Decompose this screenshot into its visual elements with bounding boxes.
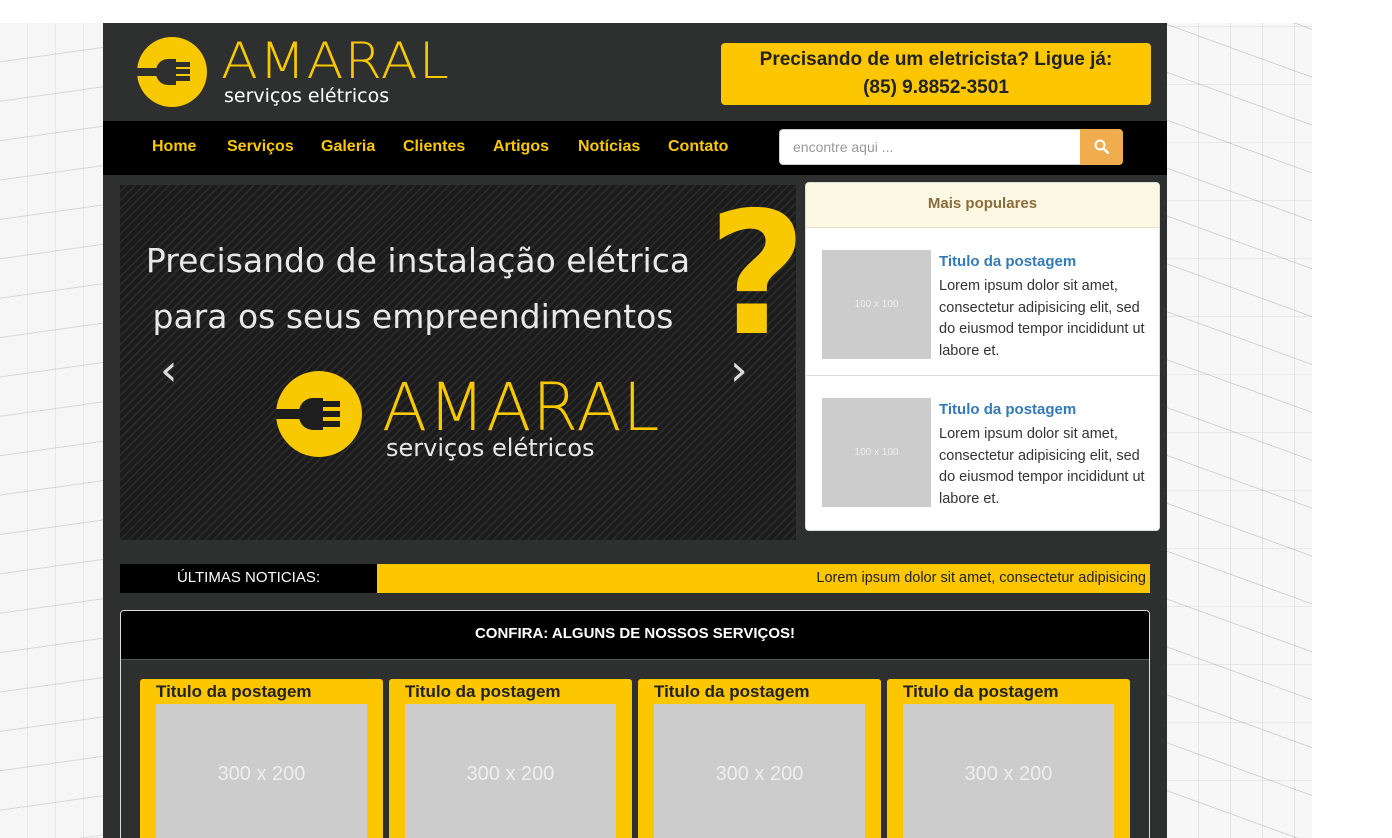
logo-tagline: serviços elétricos bbox=[224, 85, 390, 107]
list-item: 100 x 100 Titulo da postagem Lorem ipsum… bbox=[806, 376, 1159, 523]
news-ticker: ÚLTIMAS NOTICIAS: Lorem ipsum dolor sit … bbox=[120, 564, 1150, 593]
hero-carousel[interactable]: Precisando de instalação elétrica para o… bbox=[120, 185, 796, 540]
service-card[interactable]: Titulo da postagem 300 x 200 bbox=[887, 679, 1130, 838]
service-card-image[interactable]: 300 x 200 bbox=[405, 704, 616, 838]
nav-item-noticias[interactable]: Notícias bbox=[578, 121, 640, 175]
service-card-image[interactable]: 300 x 200 bbox=[903, 704, 1114, 838]
post-thumbnail[interactable]: 100 x 100 bbox=[822, 398, 931, 507]
carousel-headline-line2: para os seus empreendimentos bbox=[152, 297, 674, 336]
search-icon bbox=[1094, 139, 1109, 154]
list-item: 100 x 100 Titulo da postagem Lorem ipsum… bbox=[806, 228, 1159, 376]
site-header: AMARAL serviços elétricos Precisando de … bbox=[103, 23, 1167, 121]
search-input[interactable] bbox=[779, 129, 1081, 165]
search-button[interactable] bbox=[1080, 129, 1123, 165]
service-card[interactable]: Titulo da postagem 300 x 200 bbox=[140, 679, 383, 838]
logo-name[interactable]: AMARAL bbox=[221, 35, 450, 88]
blueprint-background-left bbox=[0, 23, 103, 838]
nav-item-home[interactable]: Home bbox=[152, 121, 196, 175]
service-card-title[interactable]: Titulo da postagem bbox=[156, 682, 312, 702]
service-card-image[interactable]: 300 x 200 bbox=[156, 704, 367, 838]
question-mark-graphic: ? bbox=[708, 185, 796, 375]
post-excerpt: Lorem ipsum dolor sit amet, consectetur … bbox=[939, 278, 1145, 359]
post-thumbnail[interactable]: 100 x 100 bbox=[822, 250, 931, 359]
ticker-body: Lorem ipsum dolor sit amet, consectetur … bbox=[377, 564, 1150, 593]
nav-item-clientes[interactable]: Clientes bbox=[403, 121, 465, 175]
carousel-headline-line1: Precisando de instalação elétrica bbox=[145, 241, 691, 280]
service-card-image[interactable]: 300 x 200 bbox=[654, 704, 865, 838]
nav-item-artigos[interactable]: Artigos bbox=[493, 121, 549, 175]
carousel-plug-icon bbox=[276, 371, 362, 457]
page-margin-right bbox=[1312, 23, 1392, 838]
carousel-logo-name: AMARAL bbox=[382, 369, 661, 446]
ticker-label: ÚLTIMAS NOTICIAS: bbox=[120, 564, 377, 593]
carousel-next-icon[interactable]: › bbox=[730, 349, 748, 393]
plug-icon[interactable] bbox=[137, 37, 207, 107]
service-card-title[interactable]: Titulo da postagem bbox=[405, 682, 561, 702]
post-excerpt: Lorem ipsum dolor sit amet, consectetur … bbox=[939, 426, 1145, 507]
nav-item-galeria[interactable]: Galeria bbox=[321, 121, 375, 175]
services-section: CONFIRA: ALGUNS DE NOSSOS SERVIÇOS! Titu… bbox=[120, 610, 1150, 838]
main-navigation: Home Serviços Galeria Clientes Artigos N… bbox=[103, 121, 1167, 175]
service-card-title[interactable]: Titulo da postagem bbox=[903, 682, 1059, 702]
services-heading: CONFIRA: ALGUNS DE NOSSOS SERVIÇOS! bbox=[121, 611, 1149, 660]
site-container: AMARAL serviços elétricos Precisando de … bbox=[103, 23, 1167, 838]
ticker-headline-link[interactable]: Lorem ipsum dolor sit amet, consectetur … bbox=[816, 564, 1146, 592]
service-card[interactable]: Titulo da postagem 300 x 200 bbox=[638, 679, 881, 838]
post-title-link[interactable]: Titulo da postagem bbox=[939, 401, 1076, 418]
post-title-link[interactable]: Titulo da postagem bbox=[939, 253, 1076, 270]
call-line-question: Precisando de um eletricista? Ligue já: bbox=[759, 49, 1113, 70]
popular-posts-panel: Mais populares 100 x 100 Titulo da posta… bbox=[805, 182, 1160, 531]
carousel-prev-icon[interactable]: ‹ bbox=[160, 349, 178, 393]
service-card[interactable]: Titulo da postagem 300 x 200 bbox=[389, 679, 632, 838]
blueprint-background-right bbox=[1167, 23, 1312, 838]
call-to-action-box: Precisando de um eletricista? Ligue já: … bbox=[721, 43, 1151, 105]
service-card-title[interactable]: Titulo da postagem bbox=[654, 682, 810, 702]
nav-item-contato[interactable]: Contato bbox=[668, 121, 728, 175]
call-line-phone: (85) 9.8852-3501 bbox=[863, 77, 1009, 98]
nav-item-servicos[interactable]: Serviços bbox=[227, 121, 294, 175]
popular-posts-heading: Mais populares bbox=[806, 183, 1159, 228]
carousel-logo-tagline: serviços elétricos bbox=[386, 434, 595, 462]
